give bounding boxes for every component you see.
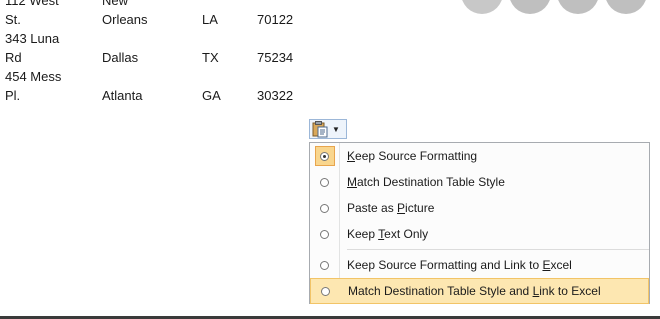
control-circle[interactable]: [509, 0, 551, 14]
control-circle[interactable]: [461, 0, 503, 14]
control-circle[interactable]: [557, 0, 599, 14]
city-cell: New: [102, 0, 129, 8]
menu-item-label: Match Destination Table Style: [347, 175, 505, 189]
zip-cell: 75234: [257, 50, 294, 65]
menu-item-label: Keep Source Formatting: [347, 149, 478, 163]
state-cell: GA: [202, 88, 221, 103]
radio-icon: [321, 286, 330, 296]
menu-item-keep-source-link-excel[interactable]: Keep Source Formatting and Link to Excel: [310, 252, 649, 278]
radio-icon: [320, 203, 329, 213]
radio-icon: [320, 229, 329, 239]
radio-checked-icon: [320, 151, 329, 161]
video-controls: [461, 0, 647, 14]
city-cell: Atlanta: [102, 88, 143, 103]
dropdown-arrow-icon: ▼: [332, 124, 340, 134]
state-cell: [202, 29, 257, 48]
state-cell: [202, 0, 257, 10]
state-cell: LA: [202, 12, 218, 27]
table-row: Rd Dallas TX 75234: [5, 48, 317, 67]
clipboard-icon: [312, 120, 328, 137]
menu-item-match-destination-style[interactable]: Match Destination Table Style: [310, 169, 649, 195]
radio-icon: [320, 177, 329, 187]
zip-cell: [257, 29, 317, 48]
table-row: Pl. Atlanta GA 30322: [5, 86, 317, 105]
menu-item-keep-text-only[interactable]: Keep Text Only: [310, 221, 649, 247]
zip-cell: [257, 67, 317, 86]
city-cell: Orleans: [102, 12, 148, 27]
table-row: 454 Mess: [5, 67, 317, 86]
zip-cell: 70122: [257, 12, 294, 27]
table-row: 112 West New: [5, 0, 317, 10]
city-cell: [102, 67, 202, 86]
menu-item-match-destination-link-excel[interactable]: Match Destination Table Style and Link t…: [310, 278, 649, 304]
menu-item-label: Paste as Picture: [347, 201, 435, 215]
state-cell: [202, 67, 257, 86]
street-cell: 112 West: [5, 0, 59, 8]
state-cell: TX: [202, 50, 219, 65]
menu-item-label: Match Destination Table Style and Link t…: [348, 284, 601, 298]
menu-item-keep-source-formatting[interactable]: Keep Source Formatting: [310, 143, 649, 169]
menu-item-label: Keep Source Formatting and Link to Excel: [347, 258, 572, 272]
paste-options-menu: Keep Source Formatting Match Destination…: [309, 142, 650, 304]
menu-item-paste-as-picture[interactable]: Paste as Picture: [310, 195, 649, 221]
street-cell: 343 Luna: [5, 31, 60, 46]
radio-icon: [320, 260, 329, 270]
selected-indicator: [314, 146, 335, 166]
city-cell: [102, 29, 202, 48]
street-cell: Rd: [5, 50, 22, 65]
menu-separator: [347, 249, 649, 250]
street-cell: St.: [5, 12, 21, 27]
address-table: 112 West New St. Orleans LA 70122 343 Lu…: [5, 0, 317, 105]
control-circle[interactable]: [605, 0, 647, 14]
table-row: 343 Luna: [5, 29, 317, 48]
table-row: St. Orleans LA 70122: [5, 10, 317, 29]
street-cell: Pl.: [5, 88, 21, 103]
paste-options-button[interactable]: ▼: [309, 119, 347, 139]
zip-cell: 30322: [257, 88, 294, 103]
menu-item-label: Keep Text Only: [347, 227, 429, 241]
zip-cell: [257, 0, 317, 10]
city-cell: Dallas: [102, 50, 139, 65]
street-cell: 454 Mess: [5, 69, 62, 84]
